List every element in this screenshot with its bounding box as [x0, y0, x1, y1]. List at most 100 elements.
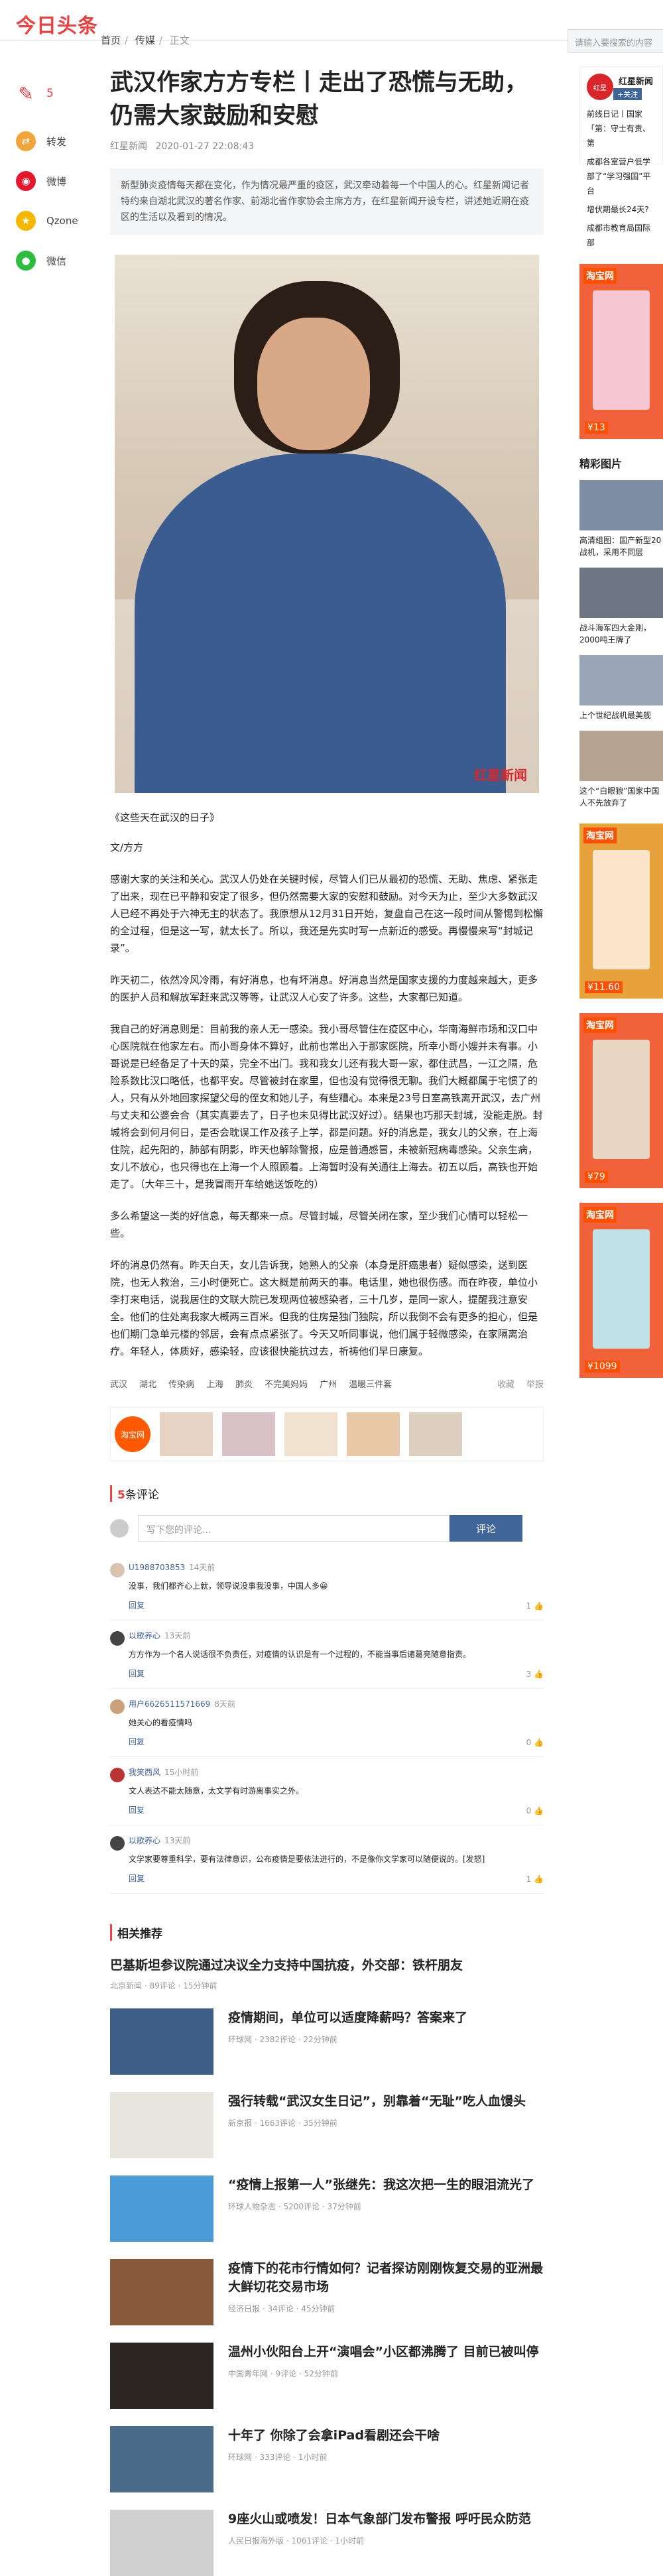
- reply-button[interactable]: 回复: [129, 1668, 544, 1679]
- ad-thumbnail: [409, 1412, 462, 1456]
- related-meta: 环球网 · 333评论 · 1小时前: [228, 2453, 328, 2462]
- related-title[interactable]: 疫情期间，单位可以适度降薪吗？答案来了: [228, 2008, 467, 2027]
- picture-item[interactable]: 战斗海军四大金刚，2000吨王牌了: [579, 568, 663, 646]
- avatar[interactable]: [110, 1836, 125, 1851]
- article-summary: 新型肺炎疫情每天都在变化，作为情况最严重的疫区，武汉牵动着每一个中国人的心。红星…: [110, 168, 544, 235]
- related-item[interactable]: 疫情下的花市行情如何？记者探访刚刚恢复交易的亚洲最大鲜切花交易市场 经济日报 ·…: [110, 2259, 544, 2325]
- reply-button[interactable]: 回复: [129, 1736, 544, 1747]
- comment-user[interactable]: 我笑西风: [129, 1768, 160, 1777]
- related-title[interactable]: 疫情下的花市行情如何？记者探访刚刚恢复交易的亚洲最大鲜切花交易市场: [228, 2259, 544, 2296]
- related-thumbnail[interactable]: [110, 2426, 213, 2492]
- related-title[interactable]: “疫情上报第一人”张继先：我这次把一生的眼泪流光了: [228, 2176, 534, 2194]
- reply-button[interactable]: 回复: [129, 1599, 544, 1611]
- comment-list: U1988703853 14天前 没事，我们都齐心上就，领导说没事我没事，中国人多…: [110, 1552, 544, 1894]
- author-card: 红星 红星新闻 +关注 前线日记丨国家「第：守士有责、第 成都各室营户低学部了“…: [579, 66, 663, 247]
- related-top-item[interactable]: 巴基斯坦参议院通过决议全力支持中国抗疫，外交部：铁杆朋友 北京新闻 · 89评论…: [110, 1955, 544, 1991]
- related-title[interactable]: 十年了 你除了会拿iPad看剧还会干啥: [228, 2426, 440, 2445]
- related-thumbnail[interactable]: [110, 2510, 213, 2576]
- picture-item[interactable]: 高清组图：国产新型20战机，采用不同层: [579, 480, 663, 558]
- related-item[interactable]: 温州小伙阳台上开“演唱会”小区都沸腾了 目前已被叫停 中国青年网 · 9评论 ·…: [110, 2343, 544, 2409]
- tag[interactable]: 湖北: [139, 1377, 156, 1390]
- submit-comment-button[interactable]: 评论: [450, 1515, 522, 1542]
- related-item[interactable]: 十年了 你除了会拿iPad看剧还会干啥 环球网 · 333评论 · 1小时前: [110, 2426, 544, 2492]
- ad-strip[interactable]: 淘宝网: [110, 1407, 544, 1461]
- avatar[interactable]: [110, 1768, 125, 1782]
- author-article-link[interactable]: 前线日记丨国家「第：守士有责、第: [587, 107, 656, 151]
- ad-price: ¥13: [585, 422, 608, 434]
- related-title[interactable]: 9座火山或喷发！日本气象部门发布警报 呼吁民众防范: [228, 2510, 531, 2528]
- like-count[interactable]: 1 👍: [526, 1601, 544, 1611]
- related-title[interactable]: 巴基斯坦参议院通过决议全力支持中国抗疫，外交部：铁杆朋友: [110, 1955, 544, 1973]
- comment-count-button[interactable]: ✎ 5: [16, 81, 82, 106]
- sidebar-ad[interactable]: 淘宝网 ¥1099: [579, 1203, 663, 1378]
- comment-input[interactable]: 写下您的评论...: [138, 1515, 450, 1542]
- related-title[interactable]: 温州小伙阳台上开“演唱会”小区都沸腾了 目前已被叫停: [228, 2343, 539, 2361]
- related-thumbnail[interactable]: [110, 2092, 213, 2158]
- breadcrumb-home[interactable]: 首页: [101, 34, 121, 46]
- share-wechat-button[interactable]: ● 微信: [16, 248, 82, 273]
- author-article-link[interactable]: 成都市教育局国际部: [587, 221, 656, 250]
- share-qzone-button[interactable]: ★ Qzone: [16, 208, 82, 233]
- picture-item[interactable]: 上个世纪战机最美舰: [579, 655, 663, 721]
- sidebar-ad[interactable]: 淘宝网 ¥11.60: [579, 824, 663, 999]
- related-item[interactable]: 强行转载“武汉女生日记”，别靠着“无耻”吃人血馒头 新京报 · 1663评论 ·…: [110, 2092, 544, 2158]
- ad-thumbnail: [222, 1412, 275, 1456]
- related-item[interactable]: “疫情上报第一人”张继先：我这次把一生的眼泪流光了 环球人物杂志 · 5200评…: [110, 2176, 544, 2242]
- related-thumbnail[interactable]: [110, 2008, 213, 2075]
- comment-user[interactable]: 用户6626511571669: [129, 1699, 210, 1709]
- related-title[interactable]: 强行转载“武汉女生日记”，别靠着“无耻”吃人血馒头: [228, 2092, 526, 2111]
- tag[interactable]: 肺炎: [235, 1377, 253, 1390]
- like-count[interactable]: 0 👍: [526, 1738, 544, 1747]
- site-logo[interactable]: 今日头条: [16, 9, 98, 38]
- author-name[interactable]: 红星新闻: [619, 74, 653, 87]
- sidebar-ad[interactable]: 淘宝网 ¥13: [579, 264, 663, 439]
- tag[interactable]: 广州: [320, 1377, 337, 1390]
- follow-button[interactable]: +关注: [613, 88, 642, 100]
- comment-time: 13天前: [164, 1631, 191, 1640]
- tag[interactable]: 上海: [206, 1377, 223, 1390]
- article-paragraph: 昨天初二，依然冷风冷雨，有好消息，也有坏消息。好消息当然是国家支援的力度越来越大…: [110, 974, 538, 1003]
- breadcrumb-current: 正文: [169, 34, 190, 46]
- reply-button[interactable]: 回复: [129, 1872, 544, 1884]
- related-item[interactable]: 疫情期间，单位可以适度降薪吗？答案来了 环球网 · 2382评论 · 22分钟前: [110, 2008, 544, 2075]
- article-paragraph: 坏的消息仍然有。昨天白天，女儿告诉我，她熟人的父亲（本身是肝癌患者）疑似感染，送…: [110, 1259, 538, 1357]
- report-button[interactable]: 举报: [526, 1377, 544, 1390]
- avatar[interactable]: [110, 1563, 125, 1577]
- related-thumbnail[interactable]: [110, 2259, 213, 2325]
- tag[interactable]: 传染病: [168, 1377, 194, 1390]
- share-repost-button[interactable]: ⇄ 转发: [16, 129, 82, 154]
- author-article-link[interactable]: 增伏期最长24天?: [587, 202, 656, 217]
- avatar[interactable]: [110, 1631, 125, 1646]
- comment-box: 写下您的评论... 评论: [110, 1515, 544, 1542]
- breadcrumb: 首页 / 传媒 / 正文: [101, 34, 190, 46]
- breadcrumb-section[interactable]: 传媒: [135, 34, 155, 46]
- reply-button[interactable]: 回复: [129, 1804, 544, 1815]
- avatar[interactable]: [110, 1699, 125, 1714]
- tag[interactable]: 武汉: [110, 1377, 127, 1390]
- picture-item[interactable]: 这个“白眼狼”国家中国人不先放弃了: [579, 731, 663, 809]
- author-avatar[interactable]: 红星: [587, 74, 613, 100]
- tag[interactable]: 不完美妈妈: [265, 1377, 308, 1390]
- share-weibo-button[interactable]: ◉ 微博: [16, 168, 82, 194]
- search-input[interactable]: 请输入要搜索的内容: [568, 29, 663, 53]
- related-thumbnail[interactable]: [110, 2176, 213, 2242]
- tag[interactable]: 温暖三件套: [349, 1377, 392, 1390]
- avatar: [110, 1519, 129, 1538]
- comment-time: 15小时前: [164, 1768, 199, 1777]
- comment-user[interactable]: 以歌养心: [129, 1836, 160, 1845]
- taobao-logo: 淘宝网: [115, 1416, 151, 1452]
- comment-user[interactable]: 以歌养心: [129, 1631, 160, 1640]
- comment-time: 8天前: [214, 1699, 235, 1709]
- like-count[interactable]: 0 👍: [526, 1806, 544, 1815]
- like-count[interactable]: 3 👍: [526, 1670, 544, 1679]
- comment-user[interactable]: U1988703853: [129, 1563, 185, 1572]
- related-item[interactable]: 9座火山或喷发！日本气象部门发布警报 呼吁民众防范 人民日报海外版 · 1061…: [110, 2510, 544, 2576]
- author-article-link[interactable]: 成都各室营户低学部了“学习强国”平台: [587, 154, 656, 198]
- related-thumbnail[interactable]: [110, 2343, 213, 2409]
- like-count[interactable]: 1 👍: [526, 1874, 544, 1884]
- related-meta: 经济日报 · 34评论 · 45分钟前: [228, 2304, 335, 2313]
- sidebar-ad[interactable]: 淘宝网 ¥79: [579, 1013, 663, 1188]
- favorite-button[interactable]: 收藏: [497, 1377, 514, 1390]
- photo-watermark: 红星新闻: [474, 767, 527, 783]
- article-source[interactable]: 红星新闻: [110, 141, 147, 152]
